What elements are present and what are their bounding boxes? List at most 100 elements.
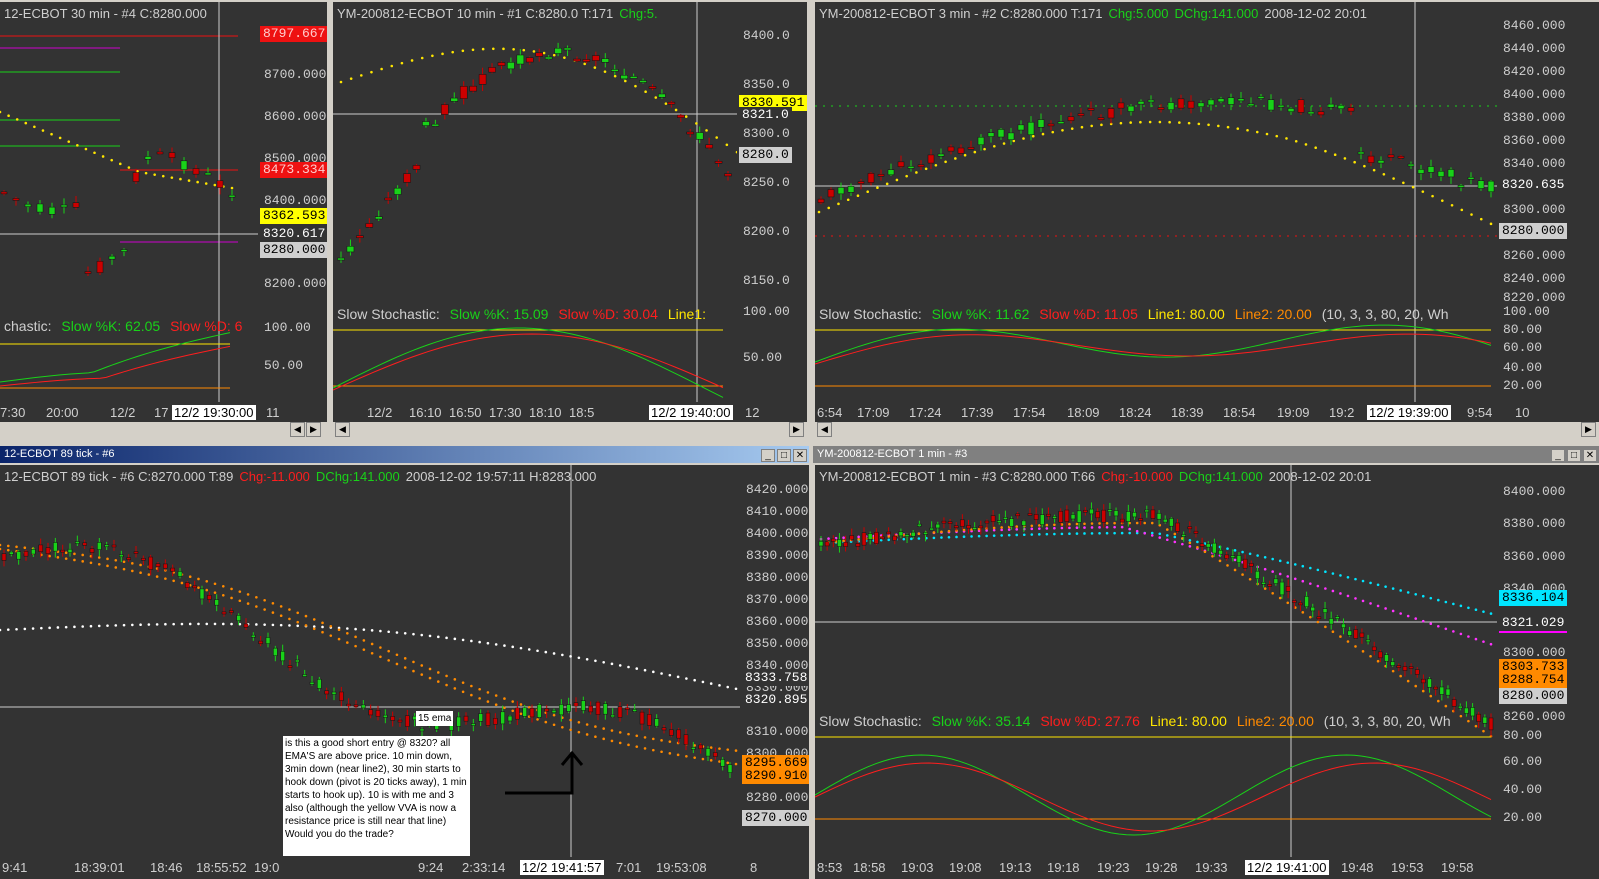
ema-dots-orange (304, 624, 308, 627)
ema-dots (461, 49, 465, 53)
scroll-right-button[interactable]: ▶ (306, 422, 321, 437)
time-axis-89tick[interactable]: 9:41 18:39:01 18:46 18:55:52 19:0 9:24 2… (0, 857, 809, 879)
minimize-button[interactable]: _ (761, 449, 775, 462)
axis-tick: 50.00 (264, 358, 304, 373)
close-button[interactable]: ✕ (793, 449, 807, 462)
ema-dots-cyan (1376, 583, 1380, 587)
scroll-right-button[interactable]: ▶ (789, 422, 804, 437)
candle-body (397, 719, 403, 723)
ema-dots (1139, 120, 1142, 124)
candle-body (108, 255, 116, 260)
ema-dots-cyan (902, 537, 906, 541)
scroll-left-button[interactable]: ◀ (335, 422, 350, 437)
ema-dots-white (164, 622, 167, 626)
ema-dots-magenta (1068, 526, 1071, 530)
ema-dots-white (188, 622, 192, 626)
time-label: 17:30 (489, 405, 522, 420)
candle-body (1482, 716, 1488, 724)
ema-dots-cyan (1241, 550, 1244, 554)
axis-tick: 8220.000 (1503, 290, 1566, 305)
price-axis-10min[interactable]: 8400.0 8350.0 8300.0 8250.0 8200.0 8150.… (737, 2, 807, 422)
price-axis-3min[interactable]: 8460.000 8440.000 8420.000 8400.000 8380… (1497, 2, 1599, 422)
minimize-button[interactable]: _ (1551, 449, 1565, 462)
ema-dots (50, 132, 53, 136)
window-titlebar[interactable]: 12-ECBOT 89 tick - #6 _ □ ✕ (0, 446, 809, 463)
ema-dots-cyan (1030, 533, 1034, 536)
ema-dots (230, 186, 234, 190)
ema-dots-magenta (1045, 527, 1049, 530)
ema-dots-cyan (917, 537, 921, 540)
chart-window-10min[interactable]: YM-200812-ECBOT 10 min - #1 C:8280.0 T:1… (331, 0, 809, 440)
ema-dots (24, 121, 28, 125)
ema-dots-orange (205, 580, 209, 583)
price-axis-1min[interactable]: 8400.000 8380.000 8360.000 8340.000 8300… (1497, 465, 1599, 879)
candle-body (1433, 686, 1438, 690)
ema-dots-orange (461, 690, 465, 694)
ema-dots-cyan (1068, 532, 1071, 536)
scroll-right-button[interactable]: ▶ (1581, 422, 1596, 437)
candle-body (97, 542, 102, 550)
candle-body (383, 714, 388, 718)
time-axis-30min[interactable]: 7:30 20:00 12/2 17 12/2 19:30:00 11 (0, 402, 327, 422)
chart-window-1min[interactable]: YM-200812-ECBOT 1 min - #3 _ □ ✕ YM-200812… (813, 446, 1599, 879)
ema-dots (390, 64, 394, 68)
time-label: 18:39 (1171, 405, 1204, 420)
close-button[interactable]: ✕ (1583, 449, 1597, 462)
chart-area-89tick[interactable]: 12-ECBOT 89 tick - #6 C:8270.000 T:89 Chg… (0, 465, 809, 879)
candle-body (1230, 555, 1236, 558)
ema-dots-orange (643, 747, 647, 750)
price-axis-89tick[interactable]: 8420.000 8410.000 8400.000 8390.000 8380… (740, 465, 809, 879)
ema-dots (1324, 149, 1327, 153)
horizontal-scrollbar[interactable]: ◀ ▶ (0, 422, 327, 438)
maximize-button[interactable]: □ (1567, 449, 1581, 462)
candle-body (1138, 518, 1143, 521)
ema-dots-white (221, 622, 225, 626)
chart-window-3min[interactable]: YM-200812-ECBOT 3 min - #2 C:8280.000 T:… (813, 0, 1599, 440)
ema-dots (1090, 124, 1093, 128)
chart-area-10min[interactable]: YM-200812-ECBOT 10 min - #1 C:8280.0 T:1… (333, 2, 807, 422)
scroll-left-button[interactable]: ◀ (817, 422, 832, 437)
candle-body (1126, 511, 1131, 522)
chart-area-1min[interactable]: YM-200812-ECBOT 1 min - #3 C:8280.000 T:… (815, 465, 1599, 879)
ema-dots-orange (627, 732, 630, 736)
ema-dots-orange (362, 639, 366, 642)
candle-body (207, 594, 212, 600)
ema-dots-white (139, 623, 142, 627)
time-label: 19:0 (254, 860, 280, 875)
time-label: 19:33 (1195, 860, 1228, 875)
candle-body (1095, 511, 1100, 519)
cursor-time-label: 12/2 19:30:00 (172, 405, 256, 420)
chart-window-30min[interactable]: 12-ECBOT 30 min - #4 C:8280.000 chastic:… (0, 0, 327, 440)
ema-dots (1392, 177, 1395, 180)
ema-dots-orange (494, 694, 498, 697)
horizontal-scrollbar[interactable]: ◀ ▶ (331, 422, 809, 438)
ema-dots-magenta (842, 536, 845, 540)
chart-area-30min[interactable]: 12-ECBOT 30 min - #4 C:8280.000 chastic:… (0, 2, 327, 422)
horizontal-scrollbar[interactable]: ◀ ▶ (813, 422, 1599, 438)
maximize-button[interactable]: □ (777, 449, 791, 462)
candle-body (1083, 509, 1088, 513)
ema-dots-cyan (977, 534, 981, 538)
ema-dots-white (552, 652, 556, 655)
window-titlebar[interactable]: YM-200812-ECBOT 1 min - #3 _ □ ✕ (813, 446, 1599, 463)
chart-header-10min: YM-200812-ECBOT 10 min - #1 C:8280.0 T:1… (337, 6, 664, 21)
candle-body (419, 728, 425, 732)
ema-dots-white (726, 685, 730, 689)
time-axis-10min[interactable]: 12/2 16:10 16:50 17:30 18:10 18:5 12/2 1… (333, 402, 807, 422)
ema-dots-orange (842, 539, 845, 543)
time-label: 7:01 (616, 860, 642, 875)
chart-window-89tick[interactable]: 12-ECBOT 89 tick - #6 _ □ ✕ 12-ECBOT 89 ti… (0, 446, 809, 879)
ema-dots (339, 80, 343, 84)
ema-dots-magenta (1474, 637, 1478, 641)
ema-dots-white (255, 623, 258, 626)
ema-dots-white (379, 629, 382, 633)
time-label: 16:10 (409, 405, 442, 420)
time-axis-1min[interactable]: 8:53 18:58 19:03 19:08 19:13 19:18 19:23… (815, 857, 1599, 879)
candle-body (1169, 518, 1174, 527)
axis-tick: 8340.000 (1503, 156, 1566, 171)
price-axis-30min[interactable]: 8700.000 8600.000 8500.000 8400.000 8200… (258, 2, 327, 422)
time-axis-3min[interactable]: 6:54 17:09 17:24 17:39 17:54 18:09 18:24… (815, 402, 1599, 422)
ema-dots-magenta (1075, 526, 1079, 530)
chart-area-3min[interactable]: YM-200812-ECBOT 3 min - #2 C:8280.000 T:… (815, 2, 1599, 422)
scroll-left-button[interactable]: ◀ (290, 422, 305, 437)
